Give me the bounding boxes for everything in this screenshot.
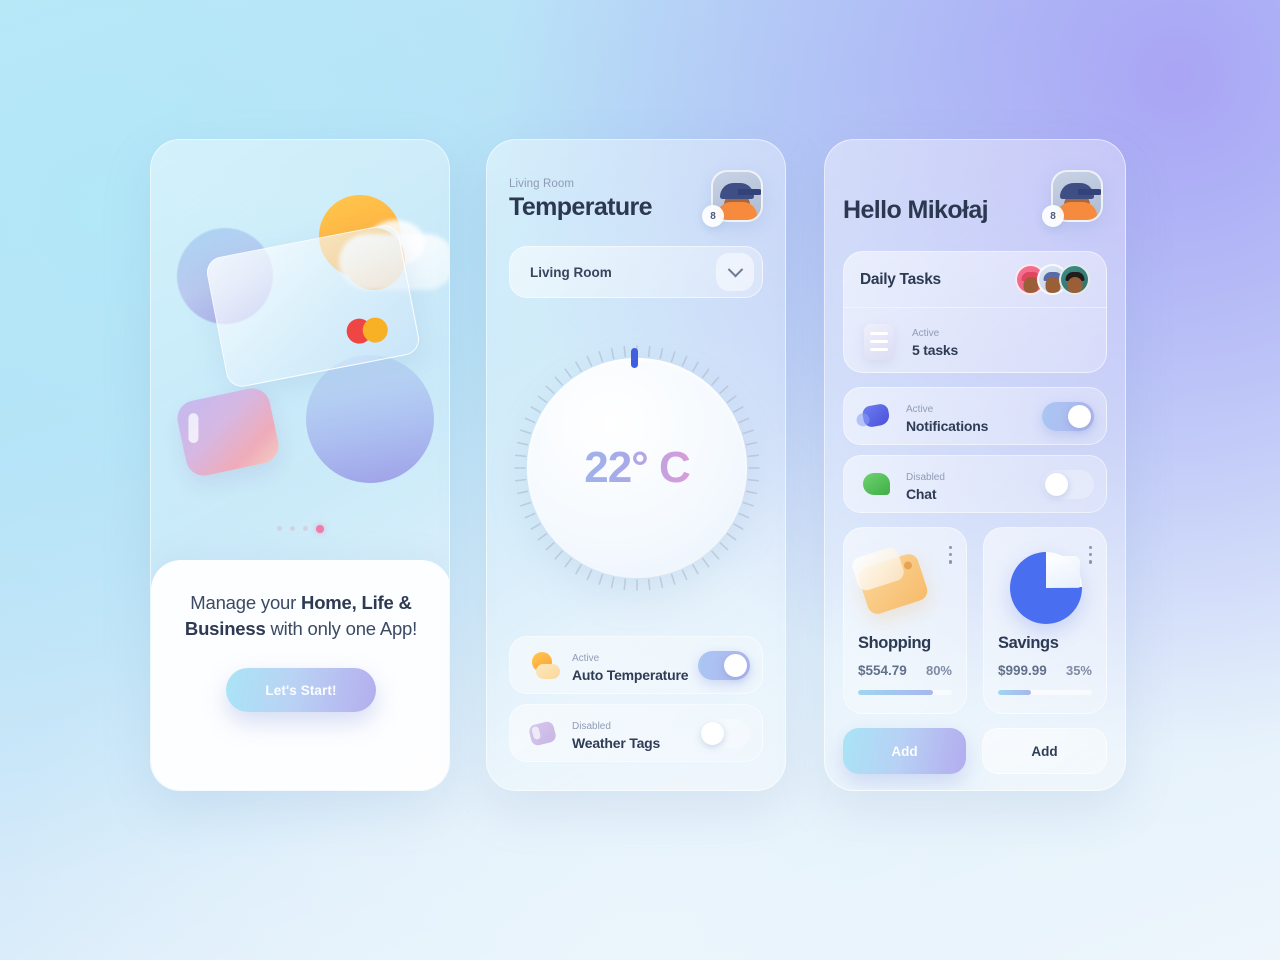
- app-showcase-stage: Manage your Home, Life & Business with o…: [0, 0, 1280, 960]
- savings-card[interactable]: Savings $999.99 35%: [983, 527, 1107, 714]
- option-auto-temperature[interactable]: Active Auto Temperature: [509, 636, 763, 694]
- bell-icon: [858, 397, 896, 435]
- add-savings-button[interactable]: Add: [982, 728, 1107, 774]
- option-chat[interactable]: Disabled Chat: [843, 455, 1107, 513]
- temperature-screen: Living Room Temperature 8 Living Room 22…: [486, 139, 786, 791]
- onboarding-headline: Manage your Home, Life & Business with o…: [177, 590, 425, 642]
- shopping-title: Shopping: [858, 634, 931, 652]
- option-notifications[interactable]: Active Notifications: [843, 387, 1107, 445]
- dashboard-options: Active Notifications Disabled Chat: [843, 387, 1107, 513]
- shopping-progress-bar: [858, 690, 952, 695]
- member-avatar-stack[interactable]: [1015, 264, 1090, 295]
- savings-progress-bar: [998, 690, 1092, 695]
- room-select[interactable]: Living Room: [509, 246, 763, 298]
- chat-icon: [858, 465, 896, 503]
- daily-tasks-title: Daily Tasks: [860, 270, 941, 288]
- pagination-dots[interactable]: [151, 525, 449, 533]
- avatar-cap-brim-3: [1077, 189, 1101, 196]
- sun-cloud-icon: [524, 646, 562, 684]
- headline-text-tail: with only one App!: [265, 618, 418, 639]
- temperature-dial[interactable]: 22° C: [509, 340, 765, 596]
- pagination-dot-3[interactable]: [302, 526, 308, 531]
- option3-state-0: Active: [906, 403, 934, 415]
- tasks-count: 5 tasks: [912, 341, 959, 358]
- toggle-weather-tags[interactable]: [698, 718, 750, 748]
- option3-label-0: Notifications: [906, 417, 989, 434]
- room-select-value: Living Room: [530, 264, 612, 280]
- add-shopping-button[interactable]: Add: [843, 728, 966, 774]
- chevron-down-icon[interactable]: [716, 253, 754, 291]
- avatar-cap-brim: [737, 189, 761, 196]
- tasks-state: Active: [912, 327, 940, 339]
- savings-title: Savings: [998, 634, 1059, 652]
- decorative-blue-sphere-large: [306, 355, 434, 483]
- finance-cards: Shopping $554.79 80% Savings $999.99 35%: [843, 527, 1107, 714]
- shopping-percent: 80%: [925, 663, 952, 678]
- option-state-0: Active: [572, 652, 600, 664]
- toggle-chat[interactable]: [1042, 469, 1094, 499]
- temperature-options: Active Auto Temperature Disabled Weather…: [509, 636, 763, 772]
- onboarding-text-card: Manage your Home, Life & Business with o…: [151, 560, 449, 790]
- onboarding-illustration: [151, 140, 449, 560]
- savings-amount: $999.99: [998, 663, 1047, 678]
- lets-start-button[interactable]: Let's Start!: [226, 668, 376, 712]
- option-state-1: Disabled: [572, 720, 611, 732]
- daily-tasks-body: Active 5 tasks: [844, 308, 1106, 372]
- pagination-dot-2[interactable]: [289, 526, 295, 531]
- daily-tasks-card[interactable]: Daily Tasks Active 5 tasks: [843, 251, 1107, 373]
- toggle-notifications[interactable]: [1042, 401, 1094, 431]
- dial-temperature-value: 22° C: [509, 340, 765, 596]
- onboarding-screen: Manage your Home, Life & Business with o…: [150, 139, 450, 791]
- avatar-badge-2: 8: [702, 205, 724, 227]
- option3-label-1: Chat: [906, 485, 937, 502]
- avatar-badge-3: 8: [1042, 205, 1064, 227]
- pagination-dot-4-active[interactable]: [315, 525, 324, 533]
- home-dashboard-screen: Hello Mikołaj 8 Daily Tasks Active 5 tas…: [824, 139, 1126, 791]
- price-tag-icon: [849, 544, 952, 628]
- avatar-2[interactable]: 8: [702, 170, 763, 227]
- add-buttons: Add Add: [843, 728, 1107, 774]
- option-weather-tags[interactable]: Disabled Weather Tags: [509, 704, 763, 762]
- savings-percent: 35%: [1065, 663, 1092, 678]
- pagination-dot-1[interactable]: [276, 526, 282, 531]
- shopping-card[interactable]: Shopping $554.79 80%: [843, 527, 967, 714]
- tag-icon: [524, 714, 562, 752]
- option-label-0: Auto Temperature: [572, 666, 689, 683]
- member-avatar-3[interactable]: [1059, 264, 1090, 295]
- toggle-auto-temperature[interactable]: [698, 650, 750, 680]
- avatar-3[interactable]: 8: [1042, 170, 1103, 227]
- option3-state-1: Disabled: [906, 471, 945, 483]
- shopping-amount: $554.79: [858, 663, 907, 678]
- document-icon: [860, 321, 898, 360]
- pie-chart-icon: [998, 544, 1092, 628]
- wallet-illustration: [174, 385, 282, 479]
- daily-tasks-header: Daily Tasks: [844, 252, 1106, 308]
- option-label-1: Weather Tags: [572, 734, 661, 751]
- headline-text-lead: Manage your: [190, 592, 302, 613]
